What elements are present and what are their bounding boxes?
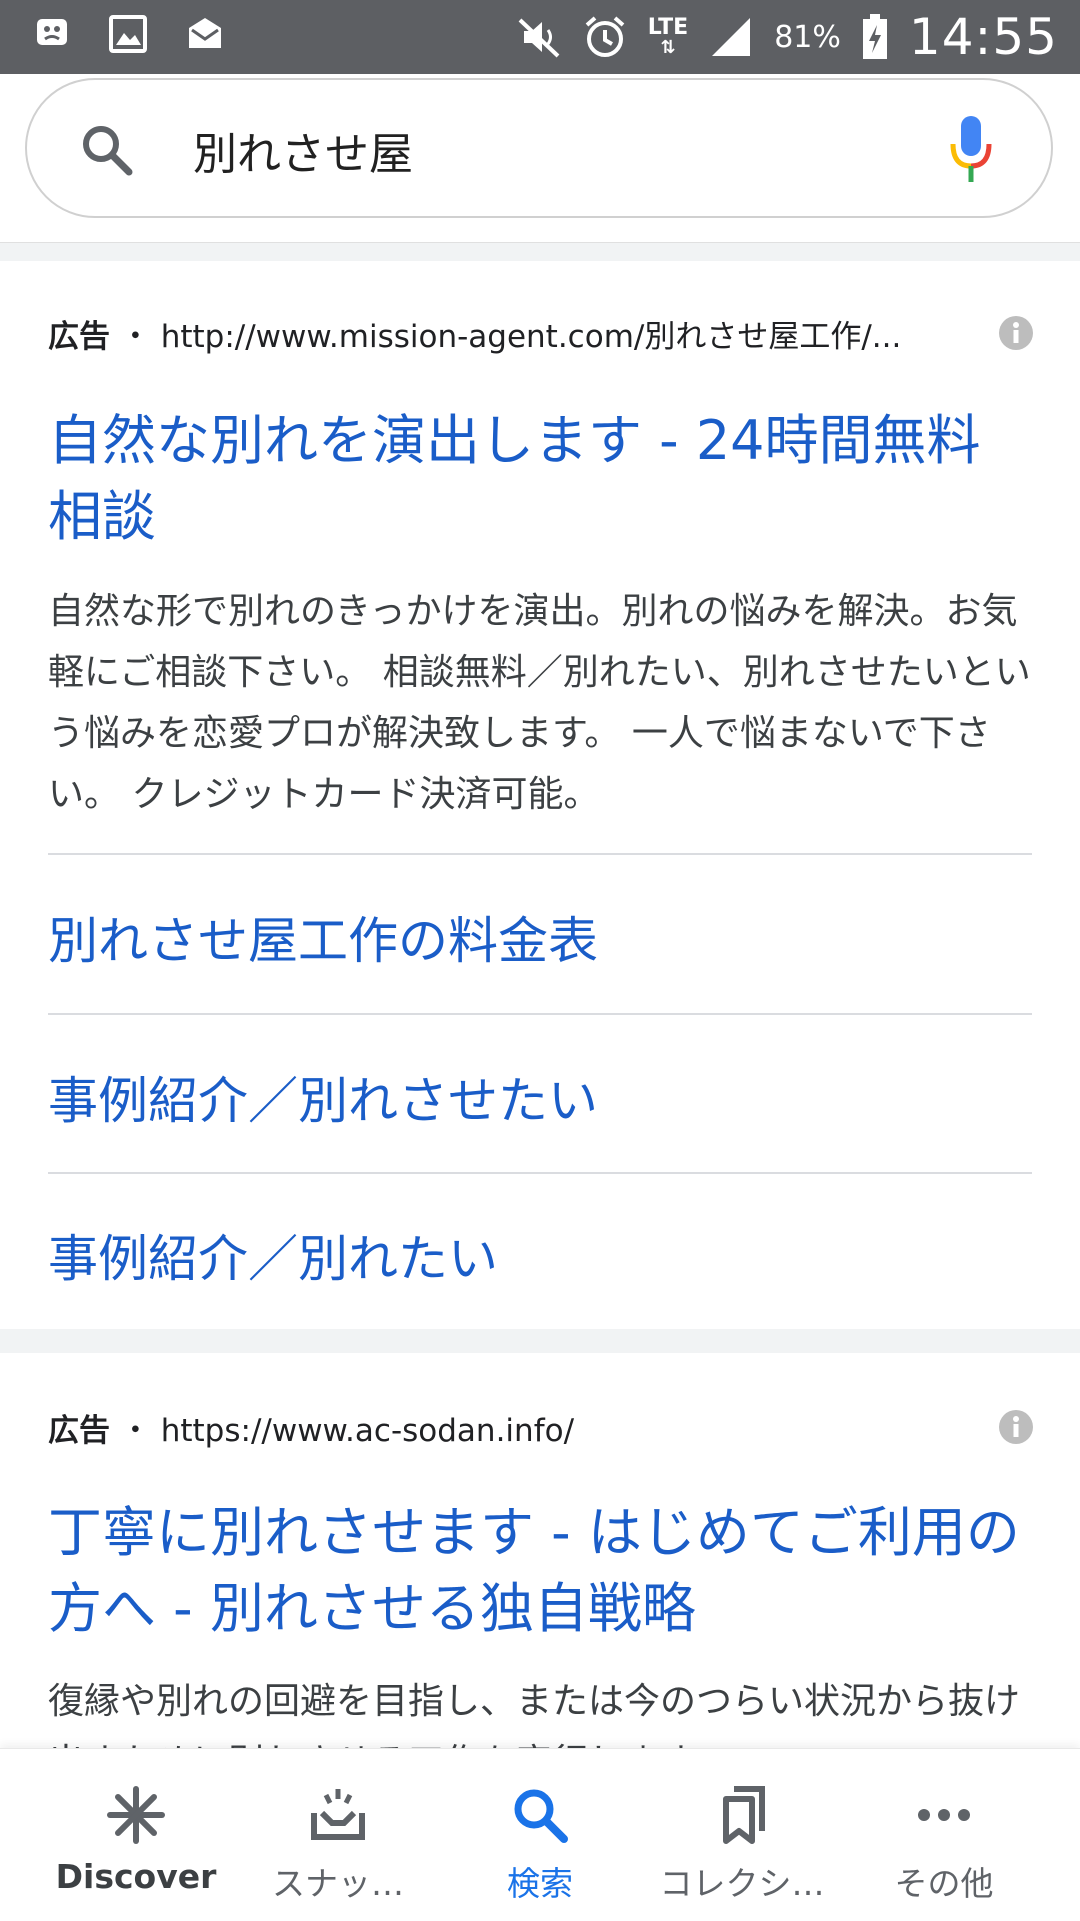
mute-icon	[516, 14, 562, 60]
section-gap	[0, 243, 1080, 261]
nav-more[interactable]: その他	[844, 1749, 1044, 1921]
nav-label: Discover	[55, 1857, 217, 1896]
section-gap	[0, 1329, 1080, 1353]
divider	[48, 1013, 1032, 1015]
lte-icon: LTE ⇅	[647, 15, 689, 58]
nav-search[interactable]: 検索	[440, 1749, 640, 1921]
alarm-icon	[582, 14, 628, 60]
gallery-icon	[108, 14, 148, 54]
ad-label: 広告	[48, 319, 110, 355]
ad-title-link[interactable]: 自然な別れを演出します - 24時間無料相談	[48, 403, 1028, 555]
sitelink-pricing[interactable]: 別れさせ屋工作の料金表	[48, 901, 598, 973]
more-icon	[914, 1785, 974, 1845]
nav-discover[interactable]: Discover	[36, 1749, 236, 1921]
nav-label: 検索	[507, 1864, 573, 1903]
search-header: 別れさせ屋	[0, 74, 1080, 243]
divider	[48, 853, 1032, 855]
mail-icon	[186, 14, 224, 54]
ad-description: 復縁や別れの回避を目指し、または今のつらい状況から抜け出すために別れさせる工作を…	[48, 1681, 1021, 1748]
sitelink-case-breakup[interactable]: 事例紹介／別れたい	[48, 1219, 498, 1291]
ad-url[interactable]: http://www.mission-agent.com/別れさせ屋工作/...	[161, 319, 902, 355]
snapshot-icon	[308, 1785, 368, 1845]
info-icon[interactable]	[998, 1409, 1034, 1449]
ad-separator: ・	[119, 319, 151, 355]
ad-url-line[interactable]: 広告 ・ https://www.ac-sodan.info/	[48, 1405, 574, 1450]
ad-card: 広告 ・ https://www.ac-sodan.info/ 丁寧に別れさせま…	[0, 1353, 1080, 1748]
ad-title-link[interactable]: 丁寧に別れさせます - はじめてご利用の方へ - 別れさせる独自戦略	[48, 1495, 1028, 1647]
nav-label: スナッ…	[272, 1864, 404, 1903]
status-bar: LTE ⇅ 81% 14:55	[0, 0, 1080, 74]
sitelink-case-separate[interactable]: 事例紹介／別れさせたい	[48, 1061, 598, 1133]
ad-separator: ・	[119, 1413, 151, 1449]
search-input[interactable]: 別れさせ屋	[193, 118, 413, 182]
search-icon	[510, 1785, 570, 1845]
battery-percent: 81%	[774, 19, 841, 55]
nav-collections[interactable]: コレクシ…	[642, 1749, 842, 1921]
ad-description: 自然な形で別れのきっかけを演出。別れの悩みを解決。お気軽にご相談下さい。 相談無…	[48, 591, 1031, 815]
ad-url-line[interactable]: 広告 ・ http://www.mission-agent.com/別れさせ屋工…	[48, 311, 901, 356]
divider	[48, 1172, 1032, 1174]
collections-icon	[712, 1785, 772, 1845]
ad-label: 広告	[48, 1413, 110, 1449]
mic-icon[interactable]	[949, 114, 993, 190]
ad-card: 広告 ・ http://www.mission-agent.com/別れさせ屋工…	[0, 261, 1080, 1329]
notification-icon	[34, 14, 70, 54]
battery-icon	[861, 13, 889, 61]
bottom-navigation: Discover スナッ… 検索 コレクシ… その他	[0, 1748, 1080, 1921]
search-box[interactable]: 別れさせ屋	[25, 78, 1053, 218]
clock: 14:55	[908, 8, 1058, 66]
ad-url[interactable]: https://www.ac-sodan.info/	[161, 1413, 574, 1449]
nav-label: コレクシ…	[659, 1864, 825, 1903]
nav-label: その他	[894, 1864, 994, 1903]
search-icon[interactable]	[79, 122, 135, 182]
nav-snapshot[interactable]: スナッ…	[238, 1749, 438, 1921]
signal-icon	[708, 14, 754, 60]
discover-icon	[106, 1785, 166, 1845]
info-icon[interactable]	[998, 315, 1034, 355]
